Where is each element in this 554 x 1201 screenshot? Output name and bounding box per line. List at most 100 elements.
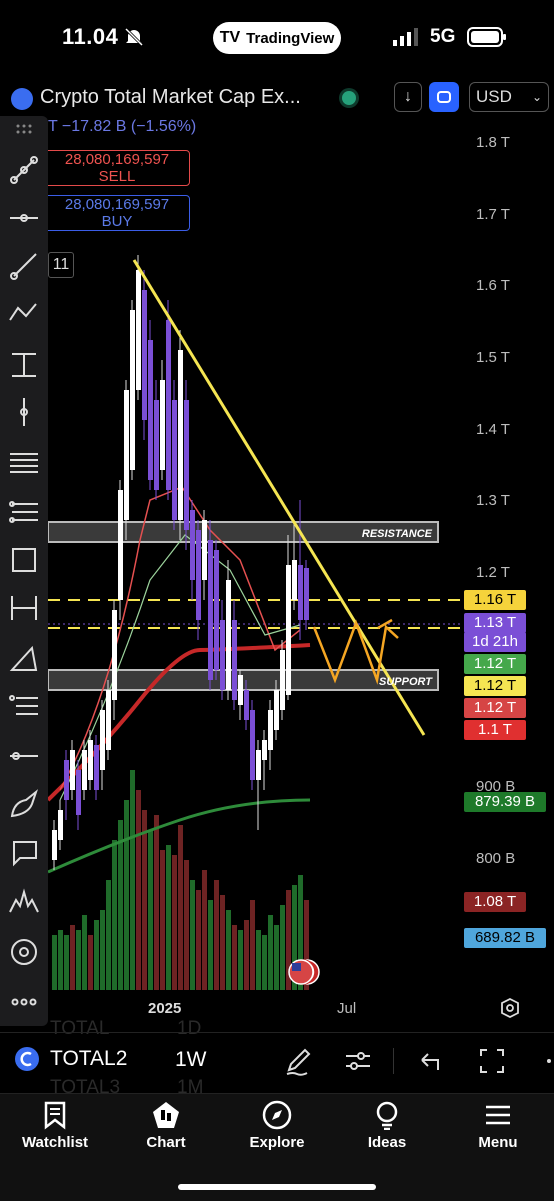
candle-body [298,565,303,620]
trend-line-tool-icon[interactable] [8,154,40,186]
nav-watchlist[interactable]: Watchlist [10,1100,100,1151]
arrow-down-button[interactable]: ↓ [394,82,422,112]
symbol-button[interactable]: TOTAL2 [14,1046,127,1072]
status-time: 11.04 [62,24,119,49]
lightbulb-icon [376,1101,398,1130]
candles-icon [153,1102,179,1128]
arc-tool-icon[interactable] [8,642,40,674]
more-tools-icon[interactable] [8,986,40,1018]
symbol-title[interactable]: Crypto Total Market Cap Ex... [40,86,301,109]
last-price-badge: 1.13 T [464,613,526,633]
chevron-down-icon: ⌄ [531,90,542,104]
currency-select[interactable]: USD ⌄ [469,82,549,112]
ray-tool-icon[interactable] [8,250,40,282]
tradingview-pill-label: TradingView [246,29,335,47]
y-tick: 1.8 T [476,134,510,151]
tradingview-pill[interactable]: TV TradingView [213,22,341,54]
candle-body [124,390,129,520]
market-status-icon[interactable] [342,91,356,105]
compass-icon [262,1100,292,1130]
candle-body [106,690,111,750]
nav-label: Ideas [367,1134,407,1151]
candle-body [178,350,183,520]
candle-body [88,740,93,780]
nav-chart[interactable]: Chart [121,1100,211,1151]
y-tick: 1.2 T [476,564,510,581]
fullscreen-icon[interactable] [477,1046,507,1076]
indicators-icon[interactable] [343,1046,373,1076]
symbol-logo-icon [15,1047,39,1071]
vertical-line-tool-icon[interactable] [8,396,40,428]
measure-tool-icon[interactable] [8,348,40,380]
pen-icon[interactable] [283,1046,313,1076]
candle-body [64,760,69,800]
candle-body [190,510,195,580]
parallel-lines-tool-icon[interactable] [8,446,40,478]
candle-body [226,580,231,690]
x-tick: Jul [337,1000,357,1017]
nav-label: Menu [478,1134,518,1151]
candle-body [130,310,135,470]
candle-body [94,745,99,790]
candle-body [256,750,261,780]
nav-explore[interactable]: Explore [232,1100,322,1151]
battery-icon [467,27,506,47]
ma-badge: 1.1 T [464,720,526,740]
symbol-logo-icon [11,88,33,110]
undo-icon[interactable] [416,1046,446,1076]
candle-body [202,520,207,580]
candle-body [166,320,171,490]
volume-ma-badge: 689.82 B [464,928,546,948]
anchor-line-tool-icon[interactable] [8,740,40,772]
y-tick: 800 B [476,850,516,867]
countdown-badge: 1d 21h [464,632,526,652]
nav-label: Explore [249,1134,305,1151]
candle-body [172,400,177,520]
cycle-tool-icon[interactable] [8,936,40,968]
sync-icon [437,91,451,103]
sync-button[interactable] [429,82,459,112]
candle-body [250,710,255,780]
x-tick: 2025 [148,1000,182,1017]
candle-body [268,710,273,750]
nav-label: Watchlist [21,1134,89,1151]
y-tick: 1.6 T [476,277,510,294]
head-shoulders-tool-icon[interactable] [8,886,40,918]
brush-tool-icon[interactable] [8,788,40,820]
candle-body [70,750,75,790]
long-position-tool-icon[interactable] [8,690,40,722]
callout-tool-icon[interactable] [8,836,40,868]
horizontal-line-tool-icon[interactable] [8,202,40,234]
hamburger-icon [486,1105,510,1125]
more-icon[interactable] [541,1046,554,1076]
candle-body [154,400,159,490]
network-label: 5G [430,26,456,47]
bell-slash-icon [124,27,144,47]
ma-badge: 1.12 T [464,698,526,718]
nav-label: Chart [146,1134,186,1151]
nav-menu[interactable]: Menu [453,1100,543,1151]
candle-body [58,810,63,840]
signal-bars-icon [393,28,418,46]
candle-body [136,270,141,390]
date-range-tool-icon[interactable] [8,592,40,624]
chart-settings-icon [501,997,519,1019]
rectangle-tool-icon[interactable] [8,544,40,576]
interval-button[interactable]: 1W [175,1048,207,1072]
candle-body [184,400,189,530]
ma-badge: 1.12 T [464,654,526,674]
drawing-toolbar [0,116,48,1026]
candle-body [220,620,225,690]
drag-handle-icon[interactable] [8,122,40,136]
candle-body [82,750,87,790]
volume-badge: 1.08 T [464,892,526,912]
y-tick: 1.3 T [476,492,510,509]
candle-body [100,710,105,770]
candle-body [142,290,147,420]
resistance-label: RESISTANCE [362,528,433,540]
nav-ideas[interactable]: Ideas [342,1100,432,1151]
fib-tool-icon[interactable] [8,496,40,528]
pattern-tool-icon[interactable] [8,298,40,330]
candle-body [148,340,153,480]
bookmark-icon [44,1101,66,1130]
